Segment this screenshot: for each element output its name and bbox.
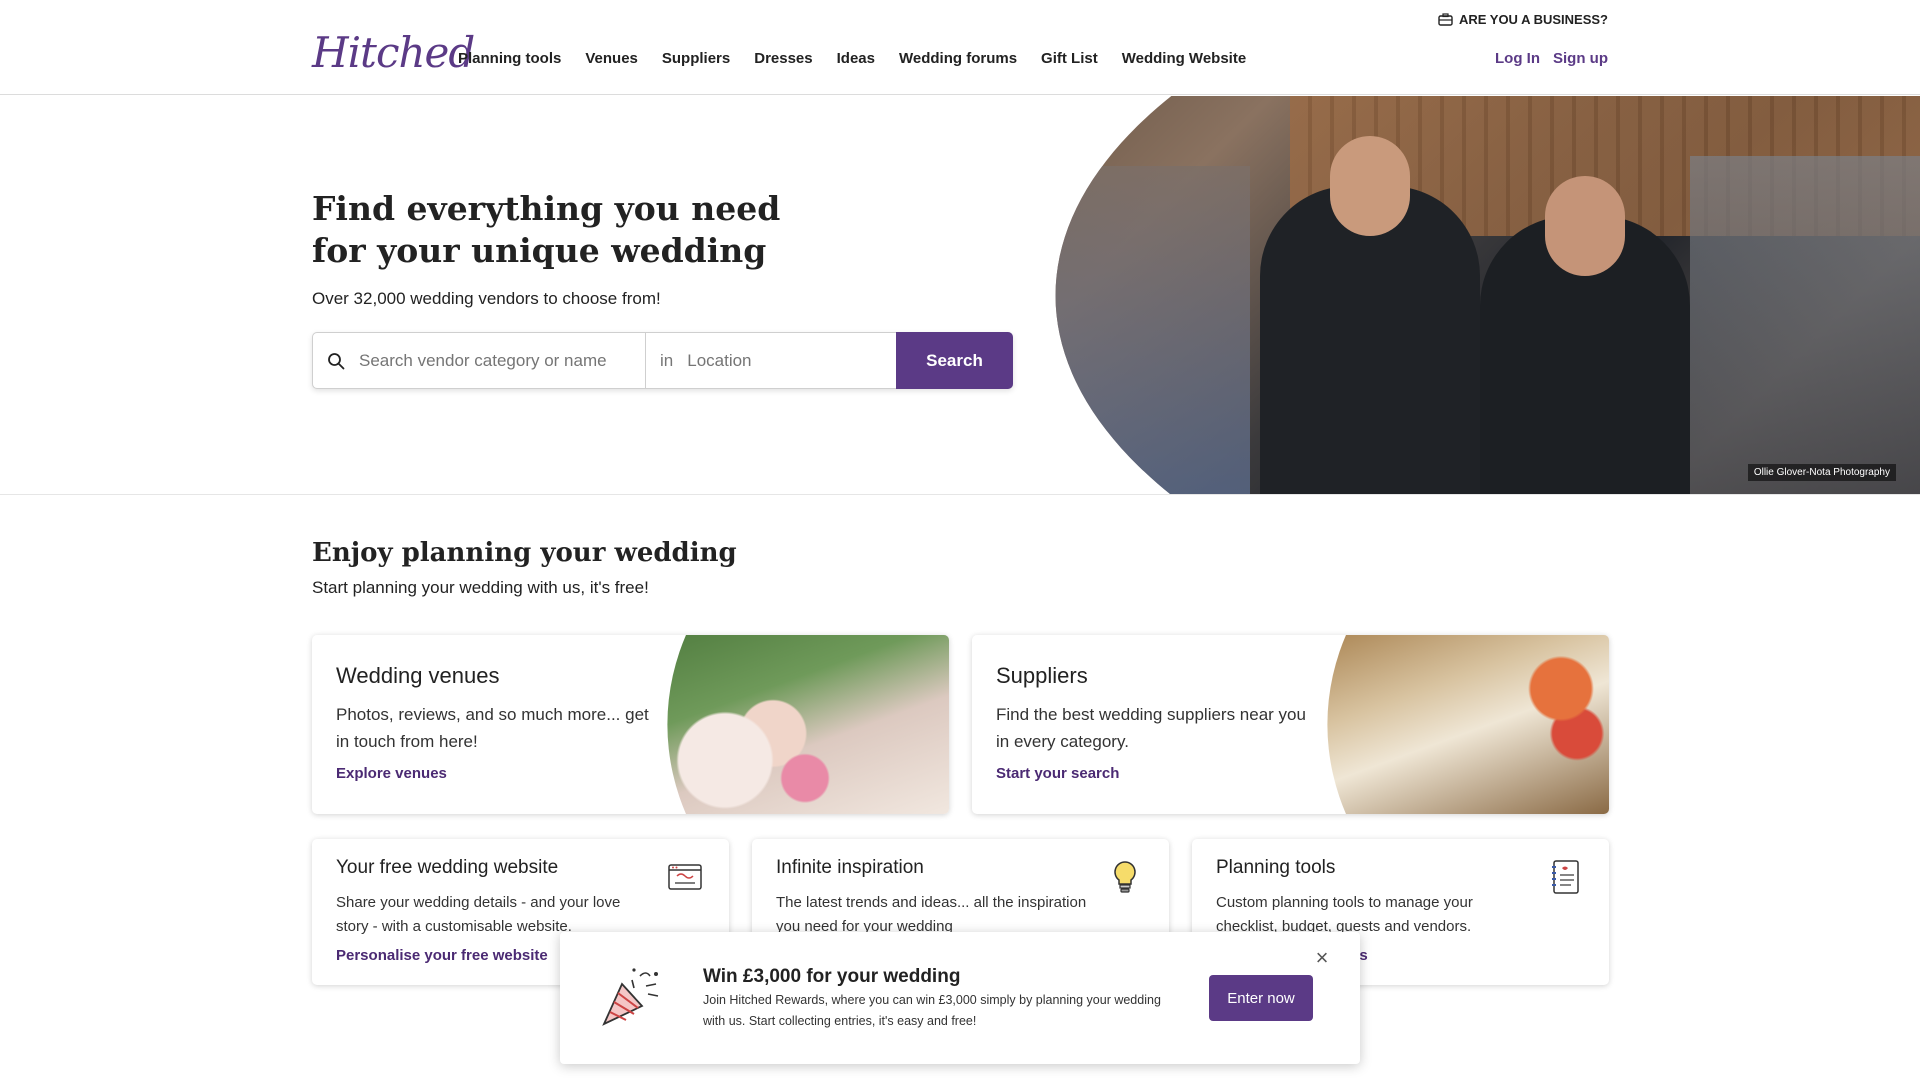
nav-dresses[interactable]: Dresses bbox=[754, 48, 812, 70]
briefcase-icon bbox=[1438, 13, 1453, 26]
category-search-field[interactable] bbox=[313, 333, 646, 388]
website-icon bbox=[668, 864, 702, 890]
suppliers-card-image bbox=[1327, 635, 1609, 814]
nav-ideas[interactable]: Ideas bbox=[837, 48, 875, 70]
popup-title: Win £3,000 for your wedding bbox=[703, 966, 961, 987]
business-link[interactable]: ARE YOU A BUSINESS? bbox=[1438, 12, 1608, 27]
category-search-input[interactable] bbox=[359, 350, 619, 371]
search-icon bbox=[328, 352, 345, 369]
login-link[interactable]: Log In bbox=[1495, 48, 1540, 70]
start-search-link[interactable]: Start your search bbox=[996, 765, 1316, 782]
photo-credit: Ollie Glover-Nota Photography bbox=[1747, 464, 1896, 481]
notebook-icon bbox=[1552, 860, 1579, 894]
hero-title: Find everything you need for your unique… bbox=[312, 189, 781, 270]
planning-tools-card-title: Planning tools bbox=[1216, 857, 1336, 878]
venues-card[interactable]: Wedding venues Photos, reviews, and so m… bbox=[312, 635, 949, 814]
hero-subtitle: Over 32,000 wedding vendors to choose fr… bbox=[312, 289, 661, 308]
nav-venues[interactable]: Venues bbox=[585, 48, 638, 70]
personalise-website-link[interactable]: Personalise your free website bbox=[336, 947, 548, 964]
signup-link[interactable]: Sign up bbox=[1553, 48, 1608, 70]
suppliers-card-desc: Find the best wedding suppliers near you… bbox=[996, 705, 1306, 751]
planning-section-title: Enjoy planning your wedding bbox=[312, 538, 737, 568]
location-field[interactable]: in bbox=[646, 333, 909, 388]
location-prefix: in bbox=[660, 350, 674, 370]
planning-section-subtitle: Start planning your wedding with us, it'… bbox=[312, 578, 649, 597]
nav-planning-tools[interactable]: Planning tools bbox=[458, 48, 561, 70]
hitched-logo[interactable]: Hitched bbox=[312, 28, 475, 77]
wedding-website-card-title: Your free wedding website bbox=[336, 857, 559, 878]
auth-links: Log In Sign up bbox=[1495, 48, 1608, 70]
main-nav: Planning tools Venues Suppliers Dresses … bbox=[458, 48, 1270, 70]
location-input[interactable] bbox=[687, 350, 909, 371]
venues-card-image bbox=[667, 635, 949, 814]
vendor-search-bar: in Search bbox=[312, 332, 1013, 389]
hero-photo: Ollie Glover-Nota Photography bbox=[1055, 96, 1920, 494]
close-icon[interactable]: × bbox=[1312, 947, 1332, 969]
rewards-popup: Win £3,000 for your wedding Join Hitched… bbox=[560, 932, 1360, 1064]
nav-gift-list[interactable]: Gift List bbox=[1041, 48, 1098, 70]
nav-wedding-forums[interactable]: Wedding forums bbox=[899, 48, 1017, 70]
suppliers-card-title: Suppliers bbox=[996, 663, 1088, 688]
venues-card-title: Wedding venues bbox=[336, 663, 500, 688]
venues-card-desc: Photos, reviews, and so much more... get… bbox=[336, 705, 649, 751]
enter-now-button[interactable]: Enter now bbox=[1209, 975, 1313, 1021]
search-button[interactable]: Search bbox=[896, 332, 1013, 389]
nav-suppliers[interactable]: Suppliers bbox=[662, 48, 730, 70]
site-header: Hitched Planning tools Venues Suppliers … bbox=[0, 0, 1920, 95]
inspiration-card-title: Infinite inspiration bbox=[776, 857, 924, 878]
suppliers-card[interactable]: Suppliers Find the best wedding supplier… bbox=[972, 635, 1609, 814]
business-link-label: ARE YOU A BUSINESS? bbox=[1458, 12, 1608, 27]
popup-desc: Join Hitched Rewards, where you can win … bbox=[703, 993, 1161, 1028]
party-popper-icon bbox=[602, 968, 659, 1026]
hero-section: Ollie Glover-Nota Photography Find every… bbox=[0, 96, 1920, 495]
explore-venues-link[interactable]: Explore venues bbox=[336, 765, 656, 782]
nav-wedding-website[interactable]: Wedding Website bbox=[1122, 48, 1246, 70]
lightbulb-icon bbox=[1114, 861, 1136, 893]
